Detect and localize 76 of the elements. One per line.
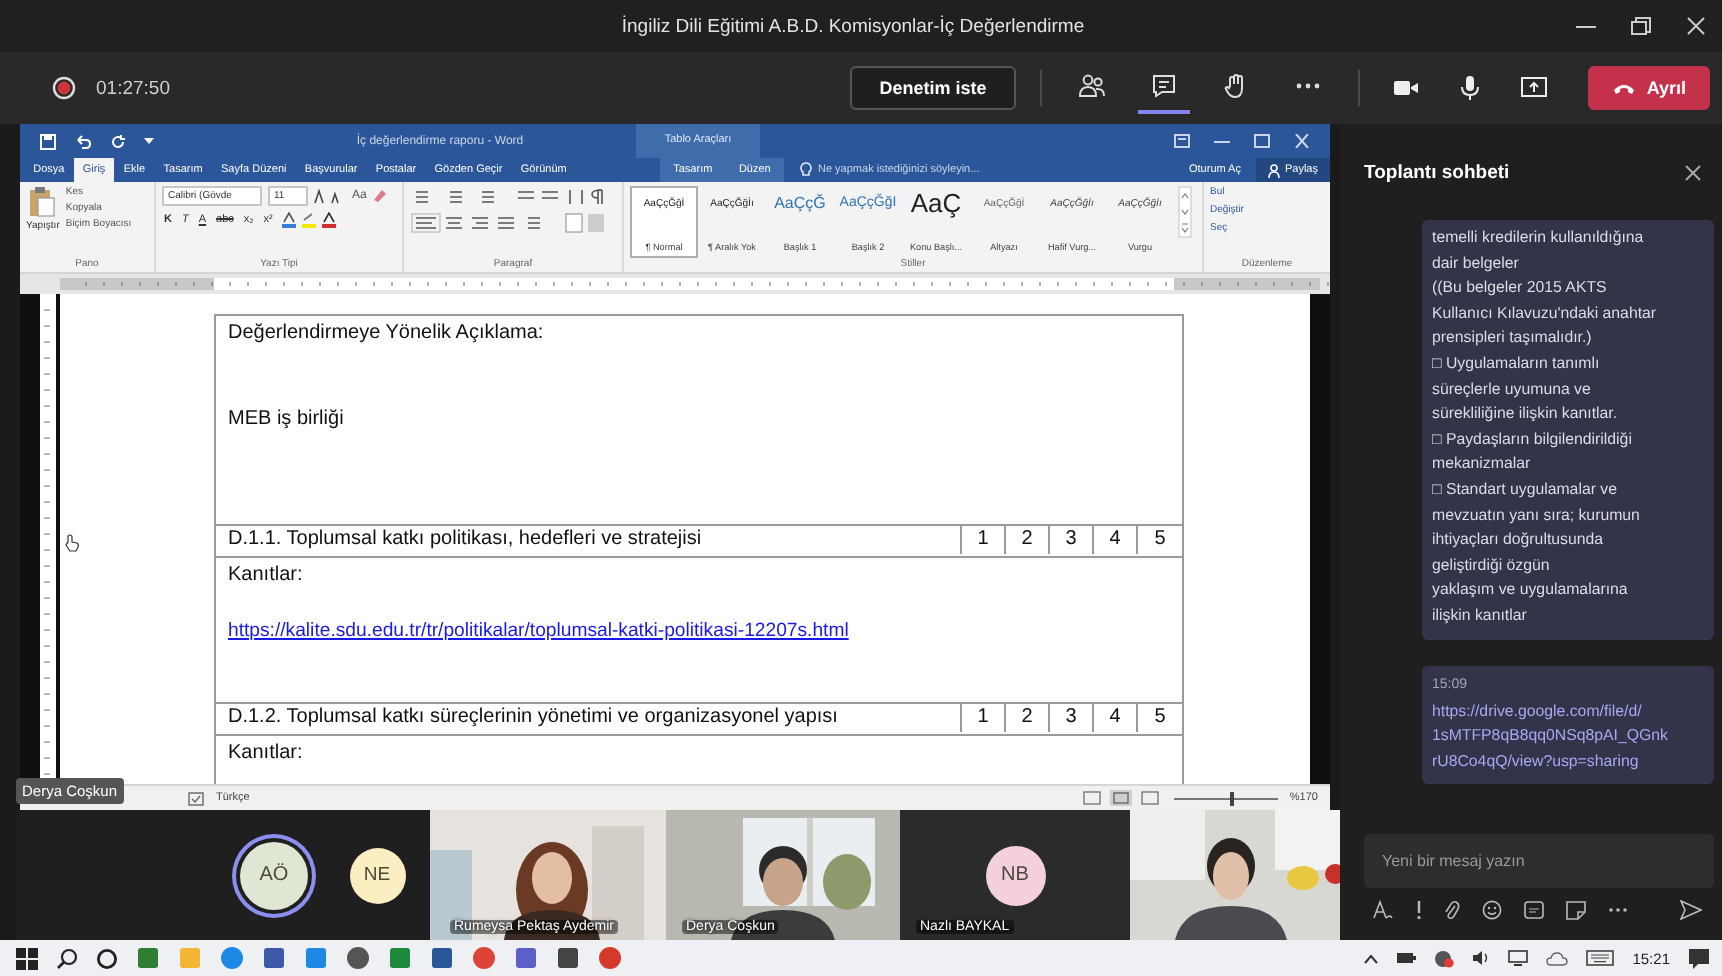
table-text: MEB iş birliği (228, 406, 344, 432)
participant-avatar[interactable]: NB (985, 845, 1045, 905)
lightbulb-icon (800, 162, 812, 178)
paragraph-tools-drawing[interactable] (410, 186, 610, 238)
score-cell-text: 5 (1152, 526, 1168, 554)
app-icon[interactable] (388, 946, 412, 970)
maximize-icon[interactable] (1630, 16, 1654, 36)
view-buttons-drawing[interactable] (1081, 790, 1162, 806)
score-cell: 2 (1006, 526, 1050, 554)
windows-logo-icon[interactable] (16, 947, 38, 969)
gif-icon[interactable] (1524, 900, 1544, 920)
ribbon-display-icon[interactable] (1174, 134, 1190, 148)
send-icon[interactable] (1680, 900, 1702, 920)
app-icon[interactable] (346, 946, 370, 970)
emoji-icon[interactable] (1482, 900, 1502, 920)
volume-icon[interactable] (1472, 950, 1491, 966)
score-cell-text: 5 (1152, 704, 1168, 732)
caret-icon[interactable] (1364, 953, 1379, 963)
close-icon[interactable] (1294, 134, 1310, 148)
important-icon[interactable] (1416, 900, 1422, 920)
app-icon[interactable] (430, 946, 454, 970)
share-screen-icon[interactable] (1520, 74, 1549, 102)
gallery-scroll-icon[interactable] (1178, 186, 1192, 238)
score-cell: 4 (1094, 704, 1138, 732)
battery-icon[interactable] (1396, 950, 1417, 966)
app-icon[interactable] (262, 946, 286, 970)
microphone-icon[interactable] (1456, 74, 1485, 102)
circle-icon[interactable] (96, 947, 118, 969)
score-cell: 3 (1050, 526, 1094, 554)
network-icon[interactable] (1434, 949, 1455, 967)
app-icon[interactable] (220, 946, 244, 970)
score-cell: 1 (962, 526, 1006, 554)
search-icon[interactable] (56, 947, 78, 969)
zoom-slider[interactable] (1173, 791, 1278, 805)
participant-avatar[interactable]: AÖ (240, 841, 308, 909)
phone-icon[interactable] (1612, 80, 1637, 96)
criterion-cell: D.1.1. Toplumsal katkı politikası, hedefleri ve stratejisi (216, 526, 962, 554)
leave-button[interactable]: Ayrıl (1588, 66, 1710, 110)
cloud-icon[interactable] (1546, 951, 1569, 965)
app-icon[interactable] (514, 946, 538, 970)
caret-icon[interactable] (144, 136, 154, 146)
evidence-label: Kanıtlar: (228, 740, 303, 766)
evidence-label: Kanıtlar: (228, 562, 303, 588)
score-cell: 2 (1006, 704, 1050, 732)
clear-formatting-icon[interactable] (372, 188, 389, 204)
request-control-button[interactable]: Denetim iste (849, 66, 1017, 110)
redo-icon[interactable] (110, 133, 126, 149)
attach-icon[interactable] (1444, 900, 1460, 920)
app-icon[interactable] (304, 946, 328, 970)
message-input[interactable]: Yeni bir mesaj yazın (1364, 834, 1714, 888)
app-icon[interactable] (598, 946, 622, 970)
notification-icon[interactable] (1688, 947, 1710, 969)
proofing-icon[interactable] (188, 791, 204, 805)
display-icon[interactable] (1508, 950, 1529, 966)
people-icon[interactable] (1078, 72, 1107, 100)
format-icon[interactable] (1372, 900, 1394, 920)
window-title: İngiliz Dili Eğitimi A.B.D. Komisyonlar-İç Değerlendirme (621, 15, 1085, 37)
meeting-timer: 01:27:50 (96, 77, 170, 99)
maximize-icon[interactable] (1254, 134, 1270, 148)
close-icon[interactable] (1686, 16, 1706, 36)
score-cell: 1 (962, 704, 1006, 732)
person-icon[interactable] (1268, 163, 1281, 177)
score-cell: 4 (1094, 526, 1138, 554)
criterion-cell: D.1.2. Toplumsal katkı süreçlerinin yönetimi ve organizasyonel yapısı (216, 704, 962, 732)
text-color-tools-drawing[interactable] (280, 212, 341, 228)
evidence-link[interactable]: https://kalite.sdu.edu.tr/tr/politikalar/toplumsal-katki-politikasi-12207s.html (228, 620, 849, 642)
keyboard-icon[interactable] (1586, 950, 1615, 966)
participant-avatar[interactable]: NE (349, 847, 405, 903)
chat-title: Toplantı sohbeti (1364, 161, 1510, 183)
score-cell: 3 (1050, 704, 1094, 732)
sticker-icon[interactable] (1566, 900, 1586, 920)
save-icon[interactable] (40, 133, 56, 149)
close-icon[interactable] (1684, 163, 1702, 181)
undo-icon[interactable] (74, 133, 92, 149)
chat-icon[interactable] (1150, 72, 1179, 100)
table-text: Değerlendirmeye Yönelik Açıklama: (228, 320, 544, 346)
